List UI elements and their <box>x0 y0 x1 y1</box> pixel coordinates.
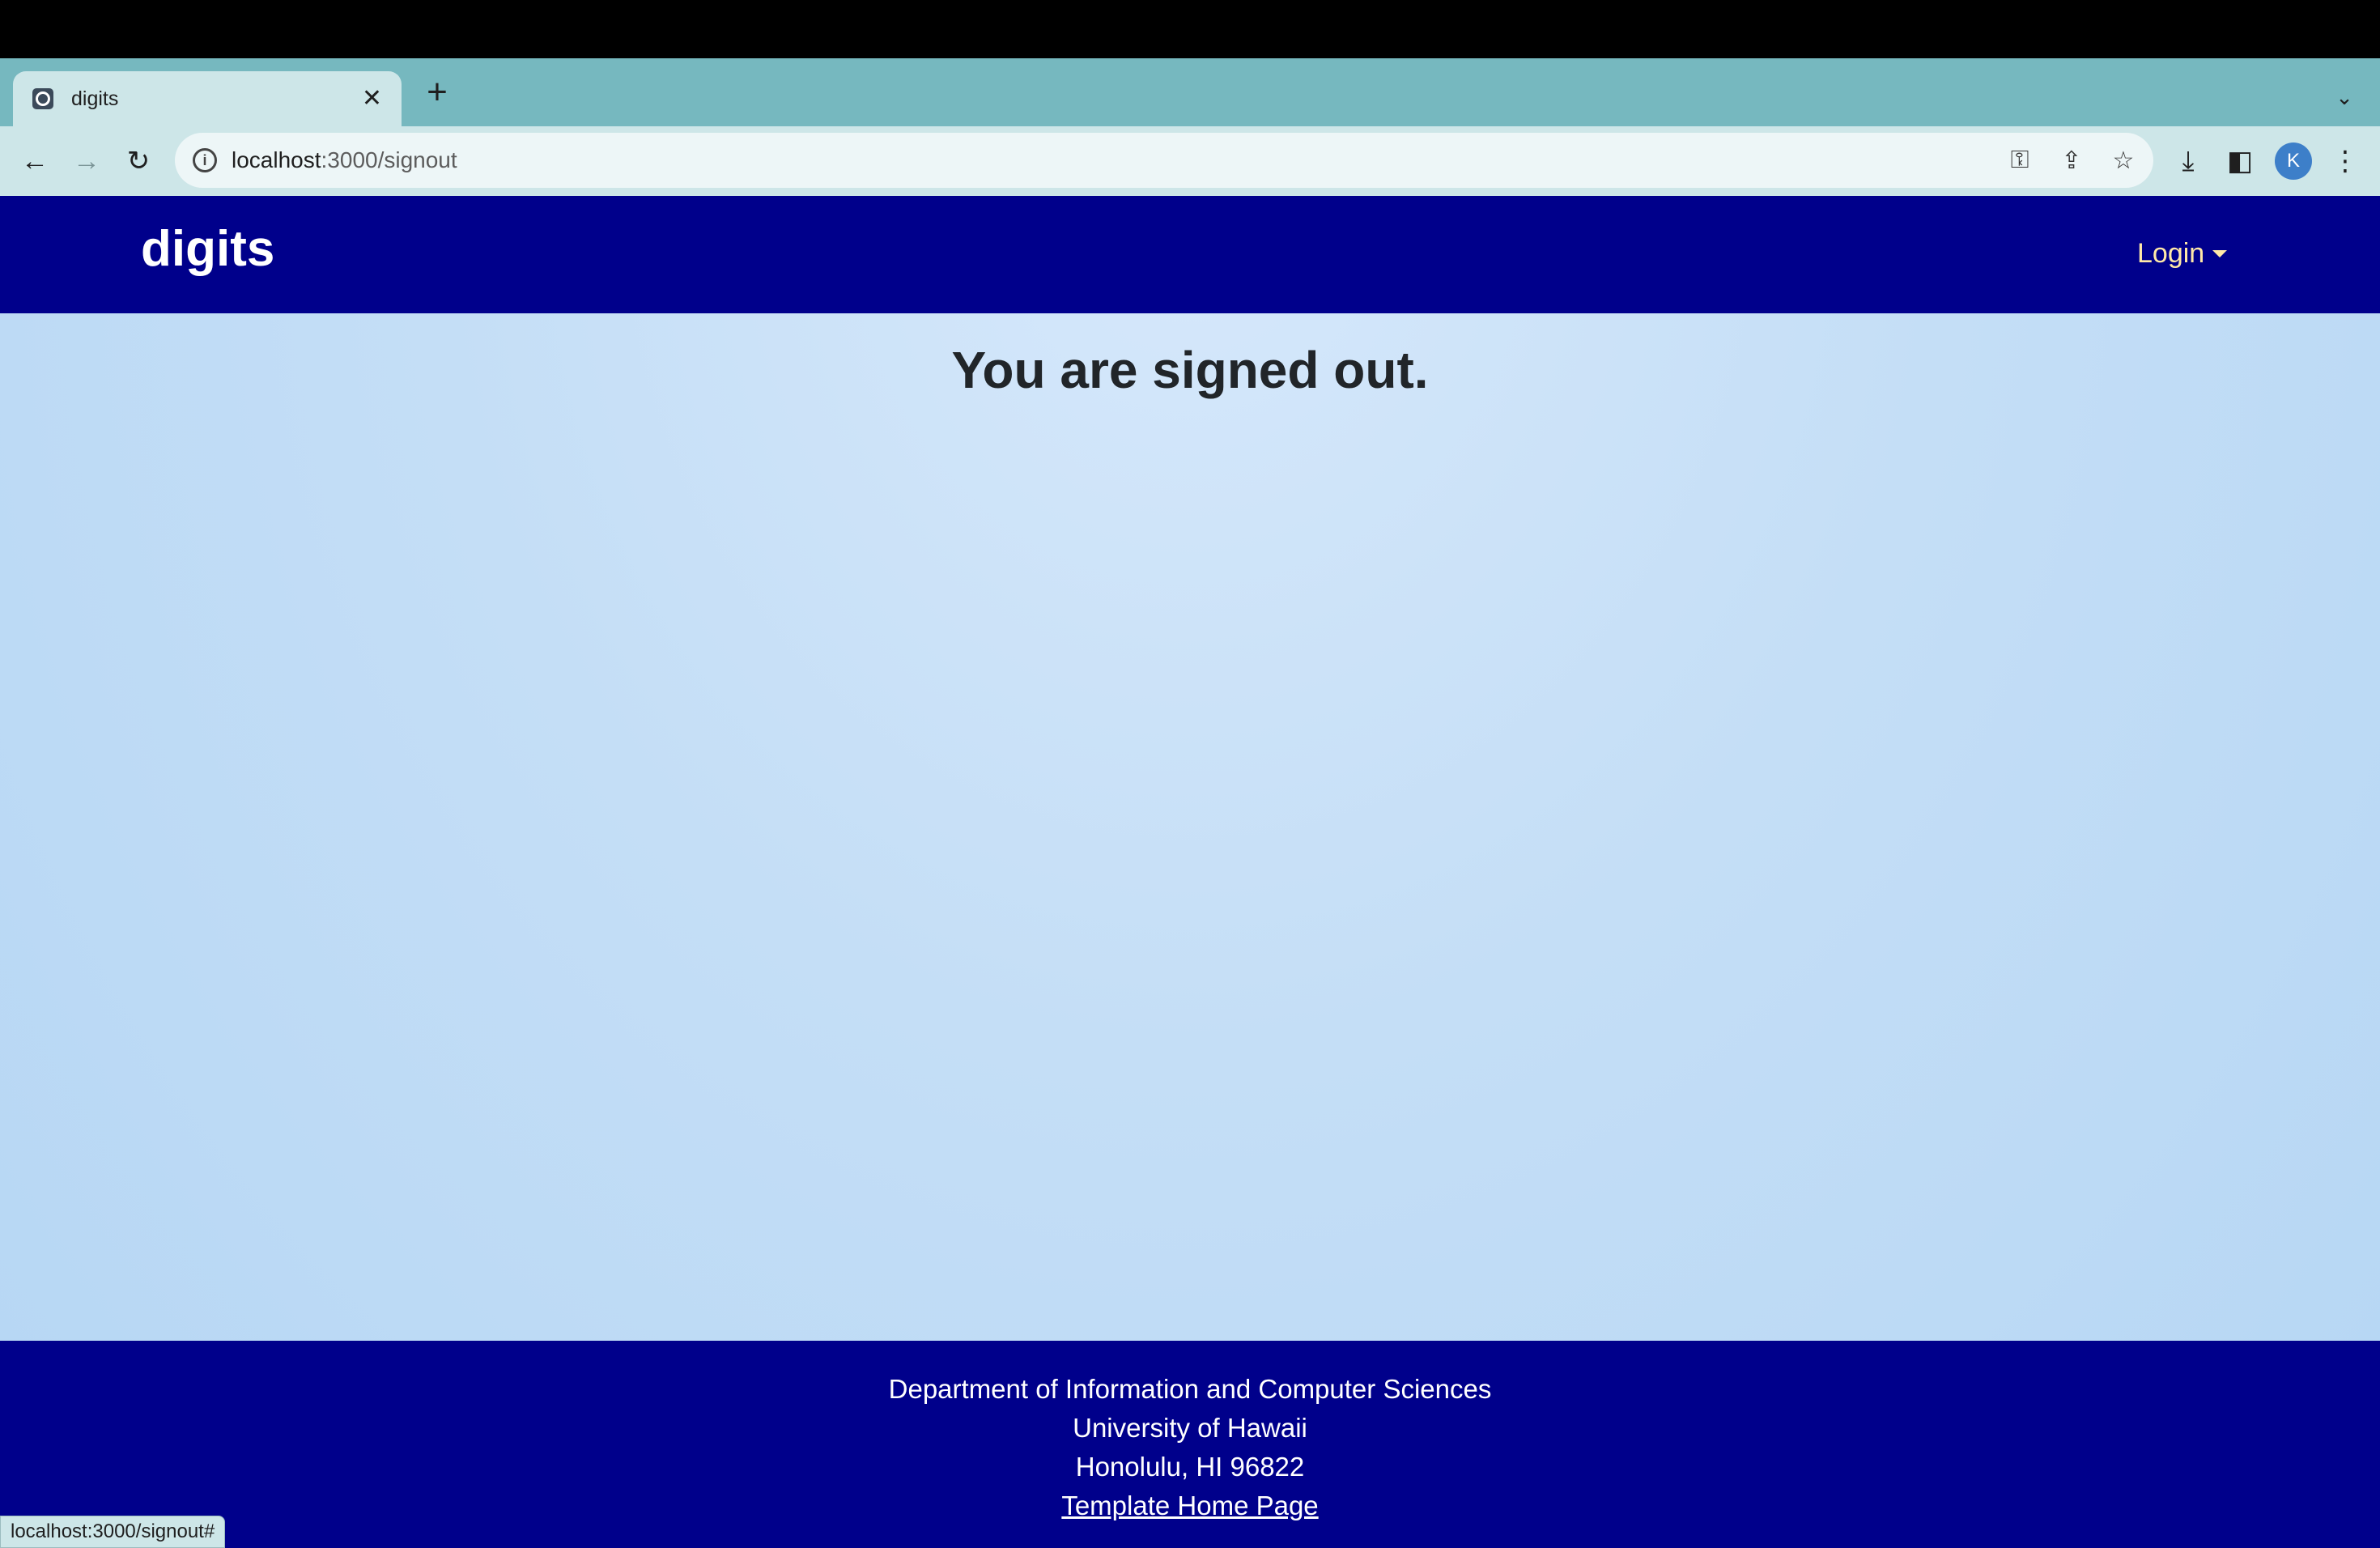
browser-toolbar: ← → ↻ i localhost:3000/signout ⚿ ⇪ ☆ ⤓ ◧… <box>0 126 2380 196</box>
app-favicon-icon <box>32 88 53 109</box>
browser-menu-icon[interactable]: ⋮ <box>2325 141 2365 181</box>
url-host: localhost <box>232 147 321 172</box>
profile-avatar[interactable]: K <box>2275 142 2312 180</box>
back-icon[interactable]: ← <box>15 141 55 181</box>
url-path: :3000/signout <box>321 147 457 172</box>
key-icon[interactable]: ⚿ <box>2000 140 2040 181</box>
footer-address: Honolulu, HI 96822 <box>1075 1452 1305 1482</box>
footer-department: Department of Information and Computer S… <box>888 1374 1492 1404</box>
site-info-icon[interactable]: i <box>193 148 217 172</box>
footer-university: University of Hawaii <box>1073 1413 1307 1443</box>
browser-tab-strip: digits ✕ <box>0 58 2380 126</box>
side-panel-icon[interactable]: ◧ <box>2220 141 2260 181</box>
new-tab-icon[interactable]: + <box>421 72 453 112</box>
share-icon[interactable]: ⇪ <box>2051 140 2092 181</box>
footer: Department of Information and Computer S… <box>0 1341 2380 1548</box>
address-bar[interactable]: i localhost:3000/signout ⚿ ⇪ ☆ <box>175 133 2153 188</box>
page-content: digits Login You are signed out. Departm… <box>0 196 2380 1548</box>
status-url-bubble: localhost:3000/signout# <box>0 1516 226 1548</box>
login-dropdown[interactable]: Login <box>2137 238 2228 270</box>
screen: digits ✕ + ⌄ ← → ↻ i localhost:3000/sign… <box>0 0 2380 1548</box>
tab-title: digits <box>71 87 119 110</box>
browser-tab[interactable]: digits ✕ <box>13 71 402 126</box>
brand-logo[interactable]: digits <box>141 220 274 278</box>
chevron-down-icon[interactable]: ⌄ <box>2328 81 2361 113</box>
download-icon[interactable]: ⤓ <box>2168 141 2208 181</box>
system-top-strip <box>0 0 2380 58</box>
login-label: Login <box>2137 238 2205 269</box>
url-text: localhost:3000/signout <box>232 147 457 173</box>
forward-icon[interactable]: → <box>66 141 107 181</box>
app-navbar: digits Login <box>0 196 2380 313</box>
caret-down-icon <box>2212 250 2228 257</box>
bookmark-star-icon[interactable]: ☆ <box>2103 140 2144 181</box>
template-home-link[interactable]: Template Home Page <box>1061 1491 1318 1520</box>
close-icon[interactable]: ✕ <box>362 87 382 111</box>
page-title: You are signed out. <box>951 341 1429 399</box>
reload-icon[interactable]: ↻ <box>118 141 159 181</box>
